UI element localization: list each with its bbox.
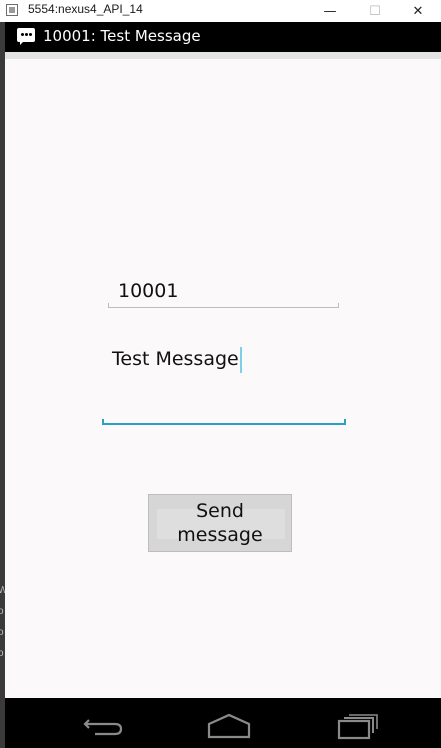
home-icon[interactable] [199, 708, 259, 742]
action-bar-title: 10001: Test Message [43, 27, 201, 45]
recent-apps-icon[interactable] [327, 708, 387, 742]
message-icon [17, 28, 35, 45]
message-value: Test Message [112, 348, 239, 370]
close-button[interactable]: ✕ [398, 0, 438, 22]
maximize-button[interactable]: ☐ [355, 0, 395, 22]
message-field-underline [102, 419, 346, 425]
back-icon[interactable] [75, 708, 135, 742]
background-text-fragment: o [0, 627, 4, 638]
phone-field-underline [108, 303, 339, 308]
send-button-label: Send message [177, 500, 263, 546]
window-title: 5554:nexus4_API_14 [28, 2, 143, 16]
send-message-button[interactable]: Send message [148, 494, 292, 552]
window-titlebar: 5554:nexus4_API_14 — ☐ ✕ [0, 0, 441, 23]
action-bar: 10001: Test Message [5, 22, 441, 52]
background-text-fragment: o [0, 606, 4, 617]
background-text-fragment: o [0, 648, 4, 659]
app-window-icon [6, 4, 18, 16]
phone-number-value: 10001 [118, 280, 179, 302]
navigation-bar [5, 698, 441, 748]
phone-number-field[interactable]: 10001 [113, 280, 339, 308]
message-field[interactable]: Test Message [107, 348, 345, 426]
action-bar-shadow [5, 52, 441, 59]
minimize-button[interactable]: — [310, 0, 350, 22]
text-cursor [240, 347, 242, 373]
